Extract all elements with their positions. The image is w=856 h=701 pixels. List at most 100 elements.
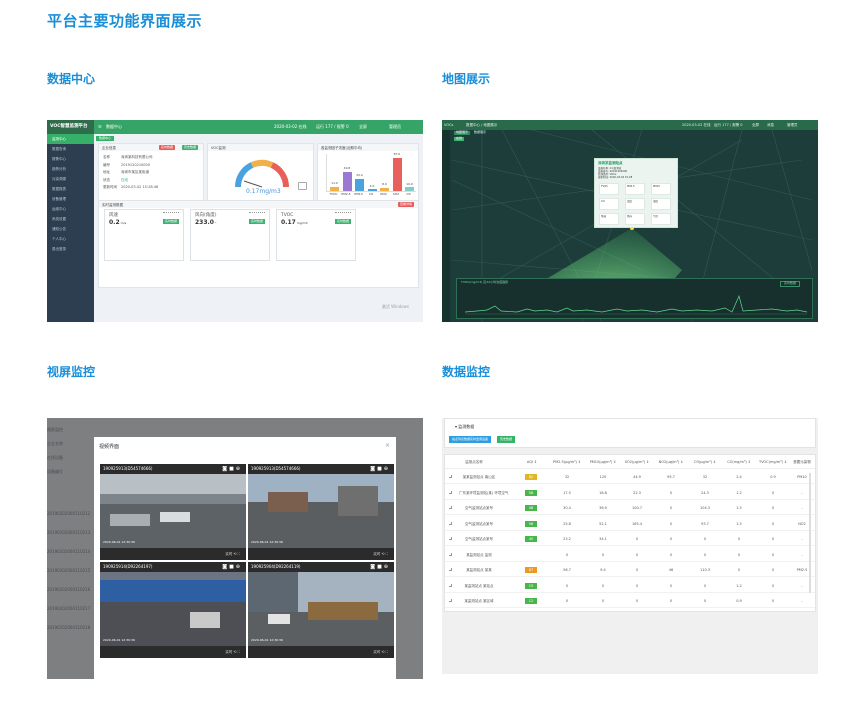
table-row[interactable]: 空气监测站点某号 48 30.4 36.9 100.7 0 104.3 1.5 0 -: [445, 502, 815, 515]
zoom-icon[interactable]: ⊕: [384, 564, 390, 570]
realtime-button[interactable]: 实时数据: [159, 145, 176, 150]
fullscreen-button[interactable]: 全屏: [359, 124, 367, 130]
zoom-icon[interactable]: ⊕: [236, 466, 242, 472]
row-expand-icon[interactable]: [449, 537, 452, 540]
sidebar-item[interactable]: 报警中心: [47, 154, 94, 164]
bar-value-label: 11.0: [331, 181, 338, 186]
column-header[interactable]: PM10(μg/m³) ↕: [588, 460, 618, 464]
sensor-tile[interactable]: 风向(角度) 233.0° 实时数据: [190, 209, 270, 261]
scrollbar[interactable]: [809, 473, 811, 593]
camera-view[interactable]: 190925904(D92264119) ◙■⊕ 2020-06-01 12:30:…: [248, 562, 394, 658]
row-expand-icon[interactable]: [449, 583, 452, 587]
history-button[interactable]: 历史数据: [497, 436, 516, 443]
table-cell: 0: [737, 568, 741, 572]
row-expand-icon[interactable]: [449, 599, 452, 602]
table-cell: 17.5: [563, 490, 571, 495]
popup-line: 更新时间: 2020-03-02 15:28: [598, 176, 633, 180]
station-name: 广东某环境监测站(某) 环境空气: [459, 490, 509, 495]
close-icon[interactable]: ×: [385, 442, 390, 449]
table-row[interactable]: 空气监测站点某号 40 23.2 34.1 0 0 0 0 0 -: [445, 533, 815, 546]
column-header[interactable]: PM2.5(μg/m³) ↕: [552, 460, 582, 464]
table-row[interactable]: 某某监测站点 南山区 82 32 120 44.9 95.7 32 2.4 0.9 PM10: [445, 471, 815, 484]
row-expand-icon[interactable]: [449, 521, 452, 525]
table-row[interactable]: 某监测站点 某某 87 56.7 9.4 0 46 110.3 0 0 PM2.5: [445, 564, 815, 577]
table-cell: 0: [565, 583, 569, 588]
camera-controls[interactable]: 实时 ⟲ ⛶: [373, 552, 388, 556]
tile-tag: 实时数据: [162, 218, 179, 224]
table-cell: 0: [565, 552, 569, 557]
table-cell: 0: [737, 552, 741, 557]
record-icon[interactable]: ■: [229, 466, 236, 472]
camera-controls[interactable]: 实时 ⟲ ⛶: [225, 650, 240, 654]
camera-view[interactable]: 190925913(D54574666) ◙■⊕ 2020-06-01 12:30:…: [100, 464, 246, 560]
zoom-icon[interactable]: ⊕: [236, 564, 242, 570]
row-expand-icon[interactable]: [449, 568, 452, 571]
camera-controls[interactable]: 实时 ⟲ ⛶: [225, 552, 240, 556]
sidebar-item[interactable]: 退出登录: [47, 244, 94, 254]
row-expand-icon[interactable]: [449, 506, 452, 509]
table-cell: -: [801, 599, 803, 603]
message-button[interactable]: 消息: [767, 123, 774, 127]
table-row[interactable]: 广东某环境监测站(某) 环境空气 58 17.5 18.8 22.3 0 24.3 1.2 0 -: [445, 487, 815, 500]
aqi-badge: 58: [525, 489, 537, 496]
history-button[interactable]: 历史数据: [182, 145, 199, 150]
record-icon[interactable]: ■: [377, 466, 384, 472]
tab-data-center[interactable]: 数据中心: [96, 136, 115, 141]
column-header[interactable]: AQI ↕: [517, 460, 547, 464]
column-header[interactable]: TVOC(mg/m³) ↕: [758, 460, 788, 464]
sidebar-item[interactable]: 个人中心: [47, 234, 94, 244]
row-expand-icon[interactable]: [449, 490, 452, 494]
tab-data[interactable]: 数据展示: [472, 130, 488, 135]
sidebar-item[interactable]: 数据查询: [47, 144, 94, 154]
user-menu[interactable]: 管理员: [787, 123, 798, 127]
background-label: 企业名称: [47, 441, 63, 446]
menu-icon[interactable]: ☰: [98, 124, 102, 130]
fullscreen-button[interactable]: 全屏: [752, 123, 759, 127]
column-header[interactable]: CO(mg/m³) ↕: [724, 460, 754, 464]
sidebar-item[interactable]: 监测中心: [47, 134, 94, 144]
sidebar-item[interactable]: 系统设置: [47, 214, 94, 224]
table-cell: 22.3: [633, 490, 641, 495]
column-header[interactable]: O3(μg/m³) ↕: [690, 460, 720, 464]
table-cell: 0: [635, 583, 639, 588]
trend-button[interactable]: 实时数据: [779, 281, 800, 287]
user-menu[interactable]: 管理员: [389, 124, 401, 130]
sidebar-item[interactable]: 数据报表: [47, 184, 94, 194]
record-icon[interactable]: ■: [377, 564, 384, 570]
record-icon[interactable]: ■: [229, 564, 236, 570]
tile-value-number: 233.0: [195, 219, 214, 226]
table-cell: 0: [635, 552, 639, 557]
column-header[interactable]: 监测点名称: [459, 460, 489, 464]
monitor-icon: [298, 182, 307, 190]
table-row[interactable]: 某监测站点 某站点 15 0 0 0 0 0 1.2 0 -: [445, 580, 815, 593]
row-expand-icon[interactable]: [449, 552, 452, 556]
sidebar-item[interactable]: 运维中心: [47, 204, 94, 214]
sidebar-item[interactable]: 污染溯源: [47, 174, 94, 184]
table-cell: 0: [669, 521, 673, 526]
column-header[interactable]: 首要污染物: [787, 460, 817, 464]
column-header[interactable]: NO2(μg/m³) ↕: [656, 460, 686, 464]
row-expand-icon[interactable]: [449, 475, 452, 478]
sidebar-item[interactable]: 设备管理: [47, 194, 94, 204]
tab-map[interactable]: 地图展示: [454, 130, 471, 135]
sidebar-item[interactable]: 通知公告: [47, 224, 94, 234]
table-row[interactable]: 某监测站点 某区域 12 0 0 0 0 0 0.9 0 -: [445, 595, 815, 608]
sensor-tile[interactable]: TVOC 0.17mg/m3 实时数据: [276, 209, 356, 261]
table-cell: 110.3: [699, 568, 711, 572]
chart-bar: [380, 187, 389, 191]
table-cell: -: [801, 583, 803, 588]
tile-value: 0.17mg/m3: [281, 219, 307, 226]
column-header[interactable]: SO2(μg/m³) ↕: [622, 460, 652, 464]
detail-button[interactable]: 查看详情: [397, 202, 414, 207]
camera-controls[interactable]: 实时 ⟲ ⛶: [373, 650, 388, 654]
sidebar-item[interactable]: 趋势分析: [47, 164, 94, 174]
camera-view[interactable]: 190925914(D92264197) ◙■⊕ 2020-06-01 12:30:…: [100, 562, 246, 658]
zoom-icon[interactable]: ⊕: [384, 466, 390, 472]
sensor-tile[interactable]: 风速 0.2m/s 实时数据: [104, 209, 184, 261]
camera-view[interactable]: 190925913(D54574666) ◙■⊕ 2020-06-01 12:30:…: [248, 464, 394, 560]
table-row[interactable]: 空气监测站点某号 56 25.8 52.1 165.4 0 93.7 1.5 0 NO2: [445, 518, 815, 531]
bar-category-label: PM2.5: [341, 192, 351, 196]
realtime-monitor-button[interactable]: 站点列表数据实时监测设备: [449, 436, 492, 443]
popup-cell: 气压: [651, 213, 671, 225]
table-row[interactable]: 某监测站点 监测 0 0 0 0 0 0 0 -: [445, 549, 815, 562]
